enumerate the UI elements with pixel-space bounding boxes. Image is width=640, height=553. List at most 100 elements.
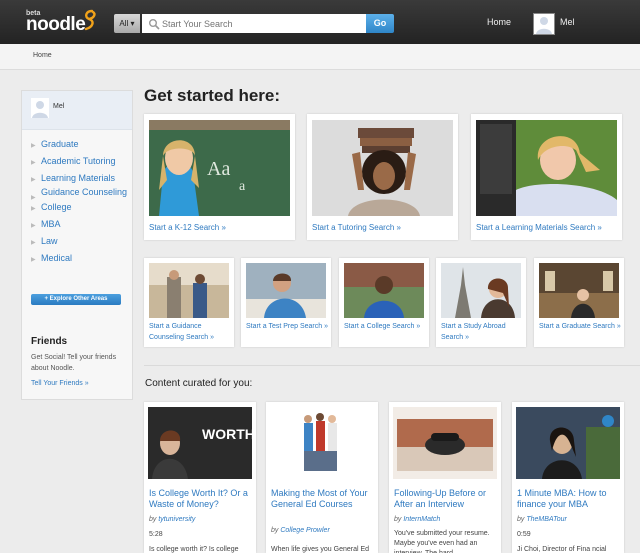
content-description: You've submitted your resume. Maybe you'…: [394, 530, 490, 553]
by-prefix: by: [394, 516, 402, 523]
breadcrumb: Home: [0, 44, 640, 70]
curated-heading: Content curated for you:: [145, 378, 253, 389]
sidebar-item-label: Law: [41, 236, 58, 246]
sidebar-item-label: MBA: [41, 219, 61, 229]
tutoring-search-card[interactable]: Start a Tutoring Search »: [307, 114, 458, 240]
thumbnail-text: WORTH IT?: [202, 426, 252, 442]
sidebar-item-label: Medical: [41, 253, 73, 263]
sidebar-item-learning-materials[interactable]: ▶ Learning Materials: [31, 173, 131, 184]
user-silhouette-icon: [31, 98, 49, 118]
content-byline: by TheMBATour: [517, 516, 567, 523]
author-link[interactable]: TheMBATour: [526, 516, 566, 523]
content-description: Ji Choi, Director of Fina ncial: [517, 546, 607, 553]
content-description: When life gives you General Ed: [271, 546, 370, 553]
friends-heading: Friends: [31, 336, 68, 347]
search-icon: [149, 19, 160, 30]
sidebar-item-label: Academic Tutoring: [41, 156, 116, 166]
content-card[interactable]: WORTH IT? Is College Worth It? Or a Wast…: [144, 402, 256, 553]
svg-text:Aa: Aa: [207, 158, 230, 180]
triangle-right-icon: ▶: [31, 143, 36, 149]
sidebar-profile: Mel: [22, 91, 132, 130]
nav-home-link[interactable]: Home: [487, 17, 511, 27]
content-byline: by tytuniversity: [149, 516, 195, 523]
content-card[interactable]: Following-Up Before or After an Intervie…: [389, 402, 501, 553]
sidebar-item-medical[interactable]: ▶ Medical: [31, 253, 131, 264]
author-link[interactable]: InternMatch: [403, 516, 440, 523]
content-thumbnail[interactable]: [270, 407, 374, 479]
sidebar-item-college[interactable]: ▶ College: [31, 202, 131, 213]
sidebar-item-graduate[interactable]: ▶ Graduate: [31, 139, 131, 150]
tell-your-friends-link[interactable]: Tell Your Friends »: [31, 380, 89, 387]
video-duration: 0:59: [517, 531, 531, 538]
tutoring-photo: [312, 120, 453, 216]
learning-materials-photo: [476, 120, 617, 216]
content-byline: by College Prowler: [271, 527, 330, 534]
sidebar-item-label: Graduate: [41, 139, 79, 149]
author-link[interactable]: College Prowler: [280, 527, 329, 534]
triangle-right-icon: ▶: [31, 223, 36, 229]
card-label[interactable]: Start a Graduate Search »: [539, 321, 621, 332]
card-label[interactable]: Start a Guidance Counseling Search »: [149, 321, 231, 343]
sidebar-nav: ▶ Graduate ▶ Academic Tutoring ▶ Learning M…: [31, 139, 131, 264]
sidebar-item-label: Learning Materials: [41, 173, 116, 183]
sidebar-item-label: Guidance Counseling: [41, 187, 128, 197]
logo-text: noodle: [26, 14, 86, 35]
guidance-counseling-search-card[interactable]: Start a Guidance Counseling Search »: [144, 258, 234, 347]
sidebar-item-mba[interactable]: ▶ MBA: [31, 219, 131, 230]
card-label[interactable]: Start a K-12 Search »: [149, 222, 226, 234]
card-label[interactable]: Start a College Search »: [344, 321, 426, 332]
sidebar-item-law[interactable]: ▶ Law: [31, 236, 131, 247]
video-thumbnail[interactable]: [516, 407, 620, 479]
graduate-search-card[interactable]: Start a Graduate Search »: [534, 258, 624, 347]
study-abroad-search-card[interactable]: Start a Study Abroad Search »: [436, 258, 526, 347]
author-link[interactable]: tytuniversity: [158, 516, 195, 523]
test-prep-search-card[interactable]: Start a Test Prep Search »: [241, 258, 331, 347]
by-prefix: by: [149, 516, 157, 523]
card-label[interactable]: Start a Tutoring Search »: [312, 222, 401, 234]
search-input[interactable]: [142, 14, 366, 33]
learning-materials-search-card[interactable]: Start a Learning Materials Search »: [471, 114, 622, 240]
noodle-swirl-icon: [84, 9, 96, 31]
test-prep-photo: [246, 263, 326, 318]
content-title[interactable]: Making the Most of Your General Ed Cours…: [271, 488, 375, 510]
sidebar-item-academic-tutoring[interactable]: ▶ Academic Tutoring: [31, 156, 131, 167]
content-thumbnail[interactable]: [393, 407, 497, 479]
content-description: Is college worth it? Is college: [149, 546, 239, 553]
graduate-photo: [539, 263, 619, 318]
triangle-right-icon: ▶: [31, 177, 36, 183]
by-prefix: by: [517, 516, 525, 523]
user-silhouette-icon: [536, 17, 552, 34]
video-thumbnail[interactable]: WORTH IT?: [148, 407, 252, 479]
content-card[interactable]: Making the Most of Your General Ed Cours…: [266, 402, 378, 553]
triangle-right-icon: ▶: [31, 240, 36, 246]
guidance-photo: [149, 263, 229, 318]
sidebar-user-name[interactable]: Mel: [53, 103, 64, 110]
content-title[interactable]: 1 Minute MBA: How to finance your MBA: [517, 488, 621, 510]
sidebar: Mel ▶ Graduate ▶ Academic Tutoring ▶ Learni…: [21, 90, 133, 400]
search-scope-dropdown[interactable]: All ▾: [114, 14, 140, 33]
content-card[interactable]: 1 Minute MBA: How to finance your MBA by…: [512, 402, 624, 553]
triangle-right-icon: ▶: [31, 160, 36, 166]
user-name-link[interactable]: Mel: [560, 17, 575, 27]
k12-search-card[interactable]: Aa a Start a K-12 Search »: [144, 114, 295, 240]
card-label[interactable]: Start a Test Prep Search »: [246, 321, 328, 332]
svg-text:a: a: [239, 179, 246, 194]
card-label[interactable]: Start a Learning Materials Search »: [476, 222, 602, 234]
video-duration: 5:28: [149, 531, 163, 538]
go-button[interactable]: Go: [366, 14, 394, 33]
breadcrumb-home[interactable]: Home: [33, 52, 52, 59]
college-search-card[interactable]: Start a College Search »: [339, 258, 429, 347]
card-label[interactable]: Start a Study Abroad Search »: [441, 321, 523, 343]
triangle-right-icon: ▶: [31, 206, 36, 212]
study-abroad-photo: [441, 263, 521, 318]
user-avatar[interactable]: [533, 13, 555, 35]
section-divider: [144, 365, 640, 366]
friends-text: Get Social! Tell your friends about Nood…: [31, 354, 117, 372]
content-byline: by InternMatch: [394, 516, 440, 523]
explore-other-areas-button[interactable]: + Explore Other Areas: [31, 294, 121, 305]
content-title[interactable]: Following-Up Before or After an Intervie…: [394, 488, 498, 510]
sidebar-item-guidance-counseling[interactable]: ▶ Guidance Counseling: [31, 187, 131, 201]
top-bar: beta noodle All ▾ Go Home Mel: [0, 0, 640, 44]
college-photo: [344, 263, 424, 318]
content-title[interactable]: Is College Worth It? Or a Waste of Money…: [149, 488, 253, 510]
